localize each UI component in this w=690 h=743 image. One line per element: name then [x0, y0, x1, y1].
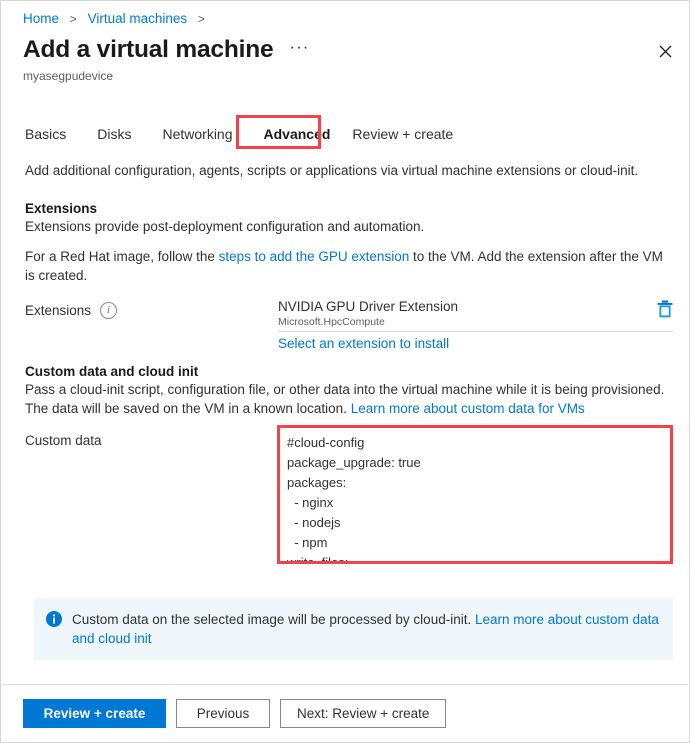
redhat-note-prefix: For a Red Hat image, follow the — [25, 249, 219, 264]
add-virtual-machine-blade: Home > Virtual machines > Add a virtual … — [0, 0, 690, 743]
wizard-tabs: Basics Disks Networking Advanced Review … — [25, 120, 484, 148]
tab-networking[interactable]: Networking — [162, 120, 232, 148]
extensions-description: Extensions provide post-deployment confi… — [25, 217, 673, 236]
breadcrumb-separator-icon-2: > — [198, 12, 205, 26]
extension-item: NVIDIA GPU Driver Extension Microsoft.Hp… — [278, 298, 673, 329]
extensions-field-label: Extensions i — [25, 301, 117, 320]
custom-data-input[interactable] — [278, 426, 672, 564]
tab-advanced[interactable]: Advanced — [264, 120, 331, 148]
custom-data-label-text: Custom data — [25, 431, 102, 450]
extension-publisher: Microsoft.HpcCompute — [278, 316, 458, 329]
close-icon — [659, 45, 672, 58]
extensions-heading: Extensions — [25, 199, 97, 218]
breadcrumb-separator-icon: > — [70, 12, 77, 26]
extensions-list: NVIDIA GPU Driver Extension Microsoft.Hp… — [278, 298, 673, 353]
info-banner-message: Custom data on the selected image will b… — [72, 612, 475, 627]
breadcrumb-item-virtual-machines[interactable]: Virtual machines — [88, 11, 188, 26]
previous-button[interactable]: Previous — [176, 699, 270, 728]
select-extension-link[interactable]: Select an extension to install — [278, 336, 449, 351]
info-banner-icon-wrap — [46, 611, 62, 632]
title-row: Add a virtual machine ··· — [23, 34, 309, 66]
next-review-create-button[interactable]: Next: Review + create — [280, 699, 446, 728]
tab-review-create[interactable]: Review + create — [352, 120, 453, 148]
info-icon — [46, 611, 62, 627]
breadcrumb-item-home[interactable]: Home — [23, 11, 59, 26]
custom-data-description: Pass a cloud-init script, configuration … — [25, 380, 673, 418]
info-banner: Custom data on the selected image will b… — [34, 598, 673, 660]
trash-icon — [657, 300, 673, 318]
extension-name: NVIDIA GPU Driver Extension — [278, 298, 458, 316]
more-options-icon[interactable]: ··· — [289, 39, 309, 61]
custom-data-learn-more-link[interactable]: Learn more about custom data for VMs — [351, 401, 585, 416]
tab-basics[interactable]: Basics — [25, 120, 66, 148]
info-banner-text: Custom data on the selected image will b… — [72, 610, 659, 648]
delete-extension-button[interactable] — [657, 300, 673, 321]
breadcrumb: Home > Virtual machines > — [23, 10, 212, 28]
footer-actions: Review + create Previous Next: Review + … — [1, 685, 689, 742]
review-create-button[interactable]: Review + create — [23, 699, 166, 728]
extension-item-text: NVIDIA GPU Driver Extension Microsoft.Hp… — [278, 298, 458, 329]
extensions-field-label-text: Extensions — [25, 301, 91, 320]
page-subtitle: myasegpudevice — [23, 68, 113, 84]
custom-data-heading: Custom data and cloud init — [25, 362, 198, 381]
tab-disks[interactable]: Disks — [97, 120, 131, 148]
custom-data-field-label: Custom data — [25, 431, 102, 450]
info-icon[interactable]: i — [100, 302, 117, 319]
redhat-note: For a Red Hat image, follow the steps to… — [25, 247, 673, 285]
close-button[interactable] — [649, 35, 681, 67]
gpu-extension-steps-link[interactable]: steps to add the GPU extension — [219, 249, 410, 264]
page-title: Add a virtual machine — [23, 34, 273, 66]
intro-text: Add additional configuration, agents, sc… — [25, 161, 673, 180]
select-extension-row: Select an extension to install — [278, 331, 673, 353]
